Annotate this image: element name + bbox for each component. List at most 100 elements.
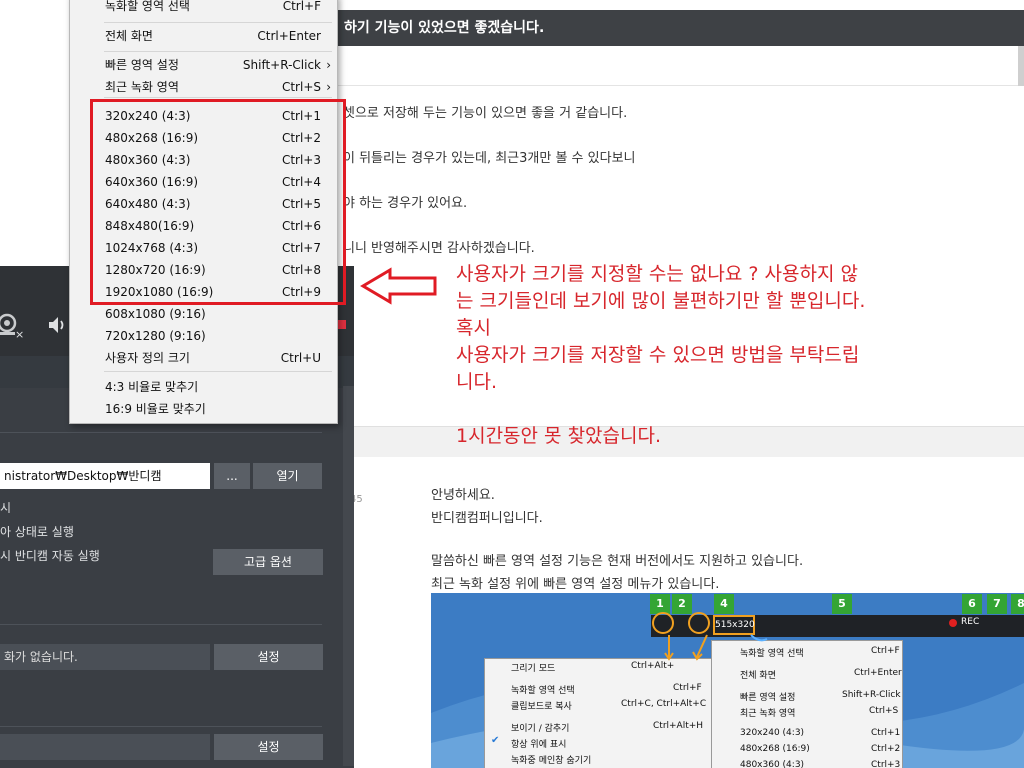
menu-item-size[interactable]: 720x1280 (9:16) xyxy=(105,325,331,347)
output-folder-field[interactable]: nistrator₩Desktop₩반디캠 xyxy=(0,463,210,489)
shot-menu-label: 클립보드로 복사 xyxy=(511,702,572,712)
divider xyxy=(0,432,322,433)
shot-menu-label: 녹화중 메인창 숨기기 xyxy=(511,756,592,766)
reply-line: 반디캠컴퍼니입니다. xyxy=(431,511,543,526)
advanced-options-button[interactable]: 고급 옵션 xyxy=(213,549,323,575)
menu-item-label: 최근 녹화 영역 xyxy=(105,80,179,94)
shot-menu-shortcut: Ctrl+3 xyxy=(871,760,901,768)
shot-menu-label: 빠른 영역 설정 xyxy=(740,693,796,703)
shot-menu-label: 녹화할 영역 선택 xyxy=(511,686,575,696)
menu-item-fit-4-3[interactable]: 4:3 비율로 맞추기 xyxy=(105,376,331,398)
menu-item-label: 4:3 비율로 맞추기 xyxy=(105,380,199,394)
second-field[interactable] xyxy=(0,734,210,760)
option-text: 시 반디캠 자동 실행 xyxy=(0,549,100,563)
annotation-line: 니다. xyxy=(456,371,497,393)
shot-menu-label: 480x360 (4:3) xyxy=(740,760,805,768)
annotation-line: 사용자가 크기를 지정할 수는 없나요 ? 사용하지 않 xyxy=(456,263,858,285)
annotation-line: 는 크기들인데 보기에 많이 불편하기만 할 뿐입니다. xyxy=(456,290,866,312)
open-folder-button[interactable]: 열기 xyxy=(253,463,322,489)
post-line: 야 하는 경우가 있어요. xyxy=(343,196,468,211)
reply-line: 최근 녹화 설정 위에 빠른 영역 설정 메뉴가 있습니다. xyxy=(431,577,720,592)
divider xyxy=(0,726,322,727)
pointer-arrows xyxy=(664,634,768,661)
rec-dot-icon xyxy=(949,619,957,627)
highlight-circles xyxy=(652,612,710,634)
menu-item-shortcut: Ctrl+S xyxy=(281,80,321,94)
check-icon: ✔ xyxy=(491,735,500,746)
left-arrow-icon xyxy=(360,267,437,305)
shot-menu-shortcut: Ctrl+F xyxy=(871,646,900,656)
menu-item-fullscreen[interactable]: 전체 화면 Ctrl+Enter xyxy=(105,25,331,47)
size-readout: 515x320 xyxy=(713,615,755,635)
post-line: 셋으로 저장해 두는 기능이 있으면 좋을 거 같습니다. xyxy=(343,106,628,121)
divider xyxy=(0,624,322,625)
chevron-right-icon: › xyxy=(326,58,331,72)
shot-menu-label: 보이기 / 감추기 xyxy=(511,724,570,734)
reply-screenshot: 1 2 4 5 6 7 8 3 515x320 REC 그리기 모드 Ctrl+… xyxy=(431,593,1024,768)
shot-menu-shortcut: Ctrl+Alt+H xyxy=(653,721,704,731)
menu-item-custom-size[interactable]: 사용자 정의 크기 Ctrl+U xyxy=(105,347,331,369)
post-title: 하기 기능이 있었으면 좋겠습니다. xyxy=(344,20,545,36)
shot-main-menu xyxy=(484,658,714,768)
menu-item-shortcut: Ctrl+U xyxy=(280,351,321,365)
shot-menu-label: 최근 녹화 영역 xyxy=(740,709,796,719)
menu-item-quick-region[interactable]: 빠른 영역 설정 Shift+R-Click › xyxy=(105,54,331,76)
annotation-line: 사용자가 크기를 저장할 수 있으면 방법을 부탁드립 xyxy=(456,344,860,366)
post-line: 니니 반영해주시면 감사하겠습니다. xyxy=(343,241,535,256)
badge-8: 8 xyxy=(1011,594,1024,614)
settings-button[interactable]: 설정 xyxy=(214,644,323,670)
rec-label: REC xyxy=(961,617,980,627)
settings-button-2[interactable]: 설정 xyxy=(214,734,323,760)
speaker-icon[interactable] xyxy=(46,314,68,336)
badge-5: 5 xyxy=(832,594,852,614)
menu-item-fit-16-9[interactable]: 16:9 비율로 맞추기 xyxy=(105,398,331,420)
menu-item-label: 720x1280 (9:16) xyxy=(105,329,206,343)
badge-6: 6 xyxy=(962,594,982,614)
menu-item-label: 16:9 비율로 맞추기 xyxy=(105,402,206,416)
menu-separator xyxy=(104,22,332,23)
shot-menu-label: 480x268 (16:9) xyxy=(740,744,810,754)
app-scrollbar[interactable] xyxy=(343,386,354,766)
browse-button[interactable]: ... xyxy=(214,463,250,489)
menu-separator xyxy=(104,97,332,98)
shot-menu-shortcut: Ctrl+C, Ctrl+Alt+C xyxy=(621,699,707,709)
menu-item-select-region[interactable]: 녹화할 영역 선택 Ctrl+F xyxy=(105,0,331,17)
hotkey-field[interactable]: 화가 없습니다. xyxy=(0,644,210,670)
shot-menu-shortcut: Ctrl+F xyxy=(673,683,702,693)
page-scrollbar[interactable] xyxy=(1018,46,1024,86)
shot-menu-shortcut: Shift+R-Click xyxy=(842,690,901,700)
post-meta-row xyxy=(300,46,1024,86)
user-annotation: 사용자가 크기를 지정할 수는 없나요 ? 사용하지 않 는 크기들인데 보기에… xyxy=(456,261,956,450)
menu-item-label: 빠른 영역 설정 xyxy=(105,58,179,72)
menu-item-recent-region[interactable]: 최근 녹화 영역 Ctrl+S › xyxy=(105,76,331,98)
shot-menu-shortcut: Ctrl+Enter xyxy=(854,668,902,678)
reply-line: 안녕하세요. xyxy=(431,488,495,503)
badge-7: 7 xyxy=(987,594,1007,614)
post-title-bar: 하기 기능이 있었으면 좋겠습니다. xyxy=(300,10,1024,46)
shot-menu-label: 그리기 모드 xyxy=(511,664,556,674)
shot-menu-shortcut: Ctrl+1 xyxy=(871,728,901,738)
menu-separator xyxy=(104,51,332,52)
shot-menu-label: 전체 화면 xyxy=(740,671,776,681)
menu-separator xyxy=(104,371,332,372)
post-line: 이 뒤틀리는 경우가 있는데, 최근3개만 볼 수 있다보니 xyxy=(343,151,636,166)
option-text: 아 상태로 실행 xyxy=(0,525,74,539)
annotation-line: 1시간동안 못 찾았습니다. xyxy=(456,425,662,447)
annotation-line: 혹시 xyxy=(456,317,491,339)
shot-menu-label: 320x240 (4:3) xyxy=(740,728,805,738)
highlight-box xyxy=(90,99,346,305)
menu-item-shortcut: Shift+R-Click xyxy=(242,58,321,72)
close-mark: × xyxy=(15,328,25,341)
reply-line: 말씀하신 빠른 영역 설정 기능은 현재 버전에서도 지원하고 있습니다. xyxy=(431,554,804,569)
menu-item-shortcut: Ctrl+Enter xyxy=(257,29,321,43)
record-indicator-icon xyxy=(338,320,346,329)
menu-item-label: 사용자 정의 크기 xyxy=(105,351,190,365)
menu-item-size[interactable]: 608x1080 (9:16) xyxy=(105,303,331,325)
annotation-spacer xyxy=(456,396,956,423)
option-text: 시 xyxy=(0,501,12,515)
menu-item-shortcut: Ctrl+F xyxy=(282,0,321,13)
menu-item-label: 전체 화면 xyxy=(105,29,153,43)
menu-item-label: 녹화할 영역 선택 xyxy=(105,0,190,13)
menu-item-label: 608x1080 (9:16) xyxy=(105,307,206,321)
shot-menu-shortcut: Ctrl+S xyxy=(869,706,899,716)
